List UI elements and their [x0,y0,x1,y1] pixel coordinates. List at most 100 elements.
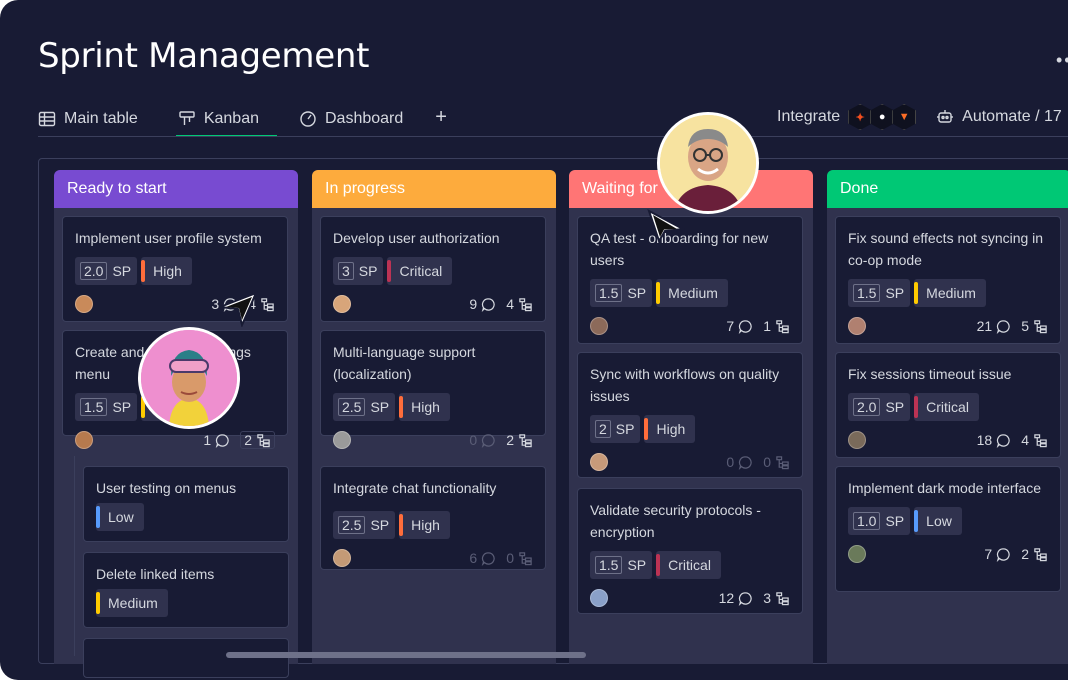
kanban-card[interactable]: Develop user authorization 3 SP Critical … [320,216,546,322]
column-header[interactable]: In progress [312,170,556,208]
priority-label: High [411,517,440,533]
avatar[interactable] [333,295,351,313]
priority-color-bar [399,514,404,536]
avatar[interactable] [75,431,93,449]
subitems-icon [519,297,532,311]
card-title: Integrate chat functionality [333,480,497,496]
card-title: Develop user authorization [333,230,500,246]
tab-dashboard[interactable]: Dashboard [299,104,403,134]
comments-count[interactable]: 0 [469,432,496,448]
sp-value: 2 [595,420,611,438]
integrate-button[interactable]: Integrate [777,108,840,126]
robot-icon [937,110,954,123]
subitems-icon [257,433,270,447]
priority-label: Medium [926,285,976,301]
story-points: 3 SP [333,257,384,285]
subitems-icon [1034,547,1047,561]
subitems-count[interactable]: 1 [763,318,790,334]
subitems-count[interactable]: 2 [240,431,275,449]
comments-count[interactable]: 6 [469,550,496,566]
subitem-card[interactable]: User testing on menus Low [83,466,289,542]
subitems-count[interactable]: 3 [763,590,790,606]
card-title: QA test - onboarding for new users [590,230,769,268]
subitems-count[interactable]: 0 [763,454,790,470]
column-waiting-for: Waiting for QA test - onboarding for new… [569,170,813,664]
comments-count[interactable]: 0 [726,454,753,470]
story-points: 1.5 SP [75,393,138,421]
column-header[interactable]: Ready to start [54,170,298,208]
subitems-count[interactable]: 2 [1021,546,1048,562]
view-tabs: Main table Kanban Dashboard + [38,104,447,137]
comments-value: 18 [976,432,993,448]
subitems-count[interactable]: 2 [506,432,533,448]
comments-count[interactable]: 21 [977,318,1012,334]
comments-value: 12 [718,590,735,606]
comment-icon [215,433,229,448]
subitems-count[interactable]: 4 [1021,432,1048,448]
priority-color-bar [914,282,919,304]
kanban-card[interactable]: Multi-language support (localization) 2.… [320,330,546,449]
subitems-value: 2 [506,432,514,448]
priority-badge: Critical [387,257,453,285]
kanban-card[interactable]: Implement dark mode interface 1.0 SP Low … [835,466,1061,592]
kanban-card[interactable]: Fix sessions timeout issue 2.0 SP Critica… [835,352,1061,458]
comments-value: 0 [469,432,478,448]
kanban-card[interactable]: Fix sound effects not syncing in co-op m… [835,216,1061,344]
kanban-card[interactable]: QA test - onboarding for new users 1.5 SP… [577,216,803,344]
comments-value: 1 [203,432,212,448]
avatar[interactable] [590,589,608,607]
priority-badge: High [141,257,192,285]
story-points: 1.5 SP [848,279,911,307]
comments-count[interactable]: 12 [719,590,754,606]
subitems-icon [776,319,789,333]
tab-main-table[interactable]: Main table [38,104,138,134]
cursor-pointer-icon [647,208,685,243]
avatar[interactable] [333,549,351,567]
avatar[interactable] [848,545,866,563]
subitems-value: 3 [763,590,771,606]
more-menu-icon[interactable]: •• [1056,50,1068,71]
avatar[interactable] [333,431,351,449]
horizontal-scrollbar[interactable] [226,652,586,658]
comments-count[interactable]: 9 [469,296,496,312]
kanban-card[interactable]: Integrate chat functionality 2.5 SP High … [320,466,546,570]
comment-icon [481,297,495,312]
comments-count[interactable]: 1 [203,432,230,448]
automate-button[interactable]: Automate / 17 [936,108,1062,126]
subitems-icon [519,551,532,565]
priority-color-bar [387,260,392,282]
avatar[interactable] [590,317,608,335]
subitem-card[interactable] [83,638,289,678]
comment-icon [481,551,495,566]
priority-color-bar [96,506,100,528]
subitems-count[interactable]: 0 [506,550,533,566]
sp-unit: SP [358,263,378,279]
comments-count[interactable]: 7 [984,546,1011,562]
tab-label: Main table [64,110,138,127]
column-header[interactable]: Done [827,170,1068,208]
priority-badge: Low [914,507,962,535]
sp-unit: SP [885,513,905,529]
avatar[interactable] [590,453,608,471]
story-points: 1.5 SP [590,551,653,579]
sp-unit: SP [885,285,905,301]
subitems-count[interactable]: 5 [1021,318,1048,334]
story-points: 2.0 SP [848,393,911,421]
sp-unit: SP [885,399,905,415]
avatar[interactable] [848,317,866,335]
add-view-button[interactable]: + [435,106,447,129]
kanban-card[interactable]: Sync with workflows on quality issues 2S… [577,352,803,478]
kanban-card[interactable]: Validate security protocols - encryption… [577,488,803,614]
column-in-progress: In progress Develop user authorization 3… [312,170,556,664]
avatar[interactable] [75,295,93,313]
integration-icons[interactable]: ✦ ● ▼ [848,104,917,130]
subitems-count[interactable]: 4 [506,296,533,312]
comments-value: 6 [469,550,478,566]
avatar[interactable] [848,431,866,449]
sp-value: 1.5 [595,284,623,302]
comments-count[interactable]: 7 [726,318,753,334]
sp-unit: SP [615,421,635,437]
comments-count[interactable]: 18 [977,432,1012,448]
tab-kanban[interactable]: Kanban [175,104,278,137]
subitem-card[interactable]: Delete linked items Medium [83,552,289,628]
